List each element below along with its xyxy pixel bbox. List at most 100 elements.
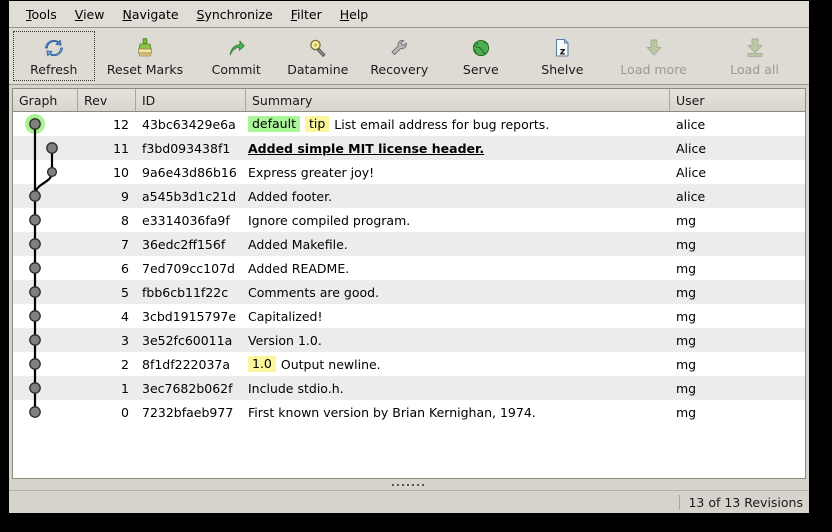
graph-cell <box>13 400 78 424</box>
table-row[interactable]: 11 f3bd093438f1 Added simple MIT license h… <box>13 136 805 160</box>
summary-text: Added simple MIT license header. <box>248 140 485 156</box>
download-all-icon <box>743 36 767 60</box>
revision-number: 0 <box>121 404 129 420</box>
column-header-id[interactable]: ID <box>136 89 246 111</box>
table-row[interactable]: 2 8f1df222037a 1.0 Output newline. mg <box>13 352 805 376</box>
table-row[interactable]: 12 43bc63429e6a default tip List email addre… <box>13 112 805 136</box>
menu-item-tools[interactable]: Tools <box>17 5 66 24</box>
table-row[interactable]: 8 e3314036fa9f Ignore compiled program. mg <box>13 208 805 232</box>
user-name: mg <box>676 332 697 348</box>
toolbar-button-label: Recovery <box>370 61 429 77</box>
summary-cell: 1.0 Output newline. <box>246 356 670 372</box>
user-name: mg <box>676 356 697 372</box>
toolbar-button-label: Commit <box>211 61 261 77</box>
graph-cell <box>13 112 78 136</box>
graph-cell <box>13 304 78 328</box>
menu-item-navigate[interactable]: Navigate <box>113 5 187 24</box>
toolbar-button-label: Serve <box>462 61 499 77</box>
toolbar-button-serve[interactable]: Serve <box>440 31 522 81</box>
toolbar-button-recovery[interactable]: Recovery <box>359 31 441 81</box>
svg-text:z: z <box>560 46 566 57</box>
toolbar-button-load-more: Load more <box>603 31 704 81</box>
summary-text: Capitalized! <box>248 308 323 324</box>
toolbar-button-commit[interactable]: Commit <box>195 31 277 81</box>
toolbar-button-shelve[interactable]: z Shelve <box>522 31 604 81</box>
toolbar-button-label: Shelve <box>541 61 584 77</box>
toolbar-button-reset-marks[interactable]: Reset Marks <box>95 31 196 81</box>
changeset-id: 8f1df222037a <box>142 356 231 372</box>
toolbar-button-label: Datamine <box>287 61 349 77</box>
column-header-summary[interactable]: Summary <box>246 89 670 111</box>
table-row[interactable]: 7 36edc2ff156f Added Makefile. mg <box>13 232 805 256</box>
table-row[interactable]: 3 3e52fc60011a Version 1.0. mg <box>13 328 805 352</box>
summary-cell: Include stdio.h. <box>246 381 670 396</box>
splitter-grip[interactable] <box>392 483 424 486</box>
revision-number: 8 <box>121 212 129 228</box>
summary-text: List email address for bug reports. <box>334 116 550 132</box>
user-name: alice <box>676 116 706 132</box>
user-name: mg <box>676 284 697 300</box>
graph-cell <box>13 376 78 400</box>
magnifier-key-icon <box>306 36 330 60</box>
column-header-user[interactable]: User <box>670 89 805 111</box>
main-window: Tools View Navigate Synchronize Filter Help R… <box>8 0 810 514</box>
menu-item-synchronize[interactable]: Synchronize <box>188 5 282 24</box>
changeset-id: 3e52fc60011a <box>142 332 233 348</box>
user-name: Alice <box>676 164 707 180</box>
graph-cell <box>13 232 78 256</box>
user-name: mg <box>676 404 697 420</box>
user-name: mg <box>676 260 697 276</box>
revision-number: 7 <box>121 236 129 252</box>
summary-text: Express greater joy! <box>248 164 375 180</box>
download-arrow-icon <box>642 36 666 60</box>
globe-icon <box>469 36 493 60</box>
status-separator <box>679 494 681 510</box>
arrow-up-right-icon <box>224 36 248 60</box>
changeset-id: 3ec7682b062f <box>142 380 233 396</box>
table-row[interactable]: 6 7ed709cc107d Added README. mg <box>13 256 805 280</box>
user-name: mg <box>676 380 697 396</box>
summary-cell: Added footer. <box>246 189 670 204</box>
toolbar-button-label: Load all <box>730 61 779 77</box>
revision-number: 5 <box>121 284 129 300</box>
toolbar-button-datamine[interactable]: Datamine <box>277 31 359 81</box>
summary-cell: default tip List email address for bug rep… <box>246 116 670 132</box>
menu-item-view[interactable]: View <box>66 5 114 24</box>
toolbar-button-load-all: Load all <box>704 31 805 81</box>
tag-badge: tip <box>304 116 330 132</box>
changeset-id: 7ed709cc107d <box>142 260 235 276</box>
table-row[interactable]: 0 7232bfaeb977 First known version by Bria… <box>13 400 805 424</box>
menu-item-filter[interactable]: Filter <box>282 5 331 24</box>
toolbar-button-refresh[interactable]: Refresh <box>13 31 95 81</box>
document-z-icon: z <box>550 36 574 60</box>
tag-badge: 1.0 <box>248 356 276 372</box>
table-row[interactable]: 5 fbb6cb11f22c Comments are good. mg <box>13 280 805 304</box>
changeset-id: a545b3d1c21d <box>142 188 237 204</box>
changeset-id: e3314036fa9f <box>142 212 230 228</box>
status-bar: 13 of 13 Revisions <box>9 490 809 513</box>
user-name: Alice <box>676 140 707 156</box>
changeset-id: 3cbd1915797e <box>142 308 237 324</box>
summary-text: Version 1.0. <box>248 332 322 348</box>
summary-text: Added Makefile. <box>248 236 348 252</box>
panel-splitter[interactable] <box>9 479 809 490</box>
tag-badge: default <box>248 116 300 132</box>
menu-item-help[interactable]: Help <box>331 5 378 24</box>
column-header-rev[interactable]: Rev <box>78 89 136 111</box>
summary-text: Ignore compiled program. <box>248 212 411 228</box>
changeset-id: 36edc2ff156f <box>142 236 226 252</box>
table-row[interactable]: 10 9a6e43d86b16 Express greater joy! Alice <box>13 160 805 184</box>
toolbar: Refresh Reset Marks Commit Datamine Reco… <box>9 28 809 85</box>
graph-cell <box>13 184 78 208</box>
table-row[interactable]: 1 3ec7682b062f Include stdio.h. mg <box>13 376 805 400</box>
grip-dot <box>417 483 419 486</box>
revision-count-label: 13 of 13 Revisions <box>688 494 803 510</box>
table-row[interactable]: 4 3cbd1915797e Capitalized! mg <box>13 304 805 328</box>
summary-cell: First known version by Brian Kernighan, … <box>246 405 670 420</box>
table-row[interactable]: 9 a545b3d1c21d Added footer. alice <box>13 184 805 208</box>
changeset-id: 9a6e43d86b16 <box>142 164 237 180</box>
column-header-graph[interactable]: Graph <box>13 89 78 111</box>
graph-cell <box>13 160 78 184</box>
grip-dot <box>407 483 409 486</box>
changeset-id: 43bc63429e6a <box>142 116 236 132</box>
